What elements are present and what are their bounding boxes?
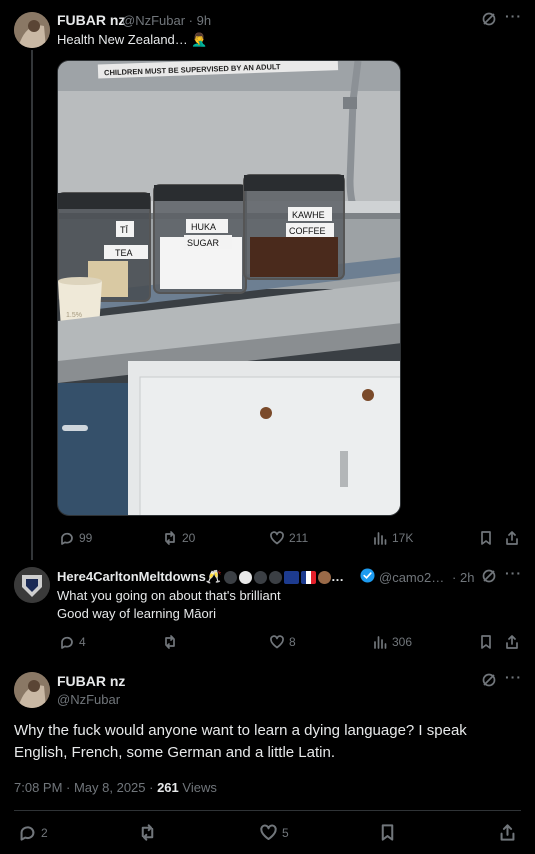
repost-icon	[141, 824, 154, 841]
heart-icon	[260, 824, 277, 841]
handle[interactable]: @NzFubar	[57, 692, 120, 707]
label-tea-2: TEA	[115, 248, 133, 258]
share-button[interactable]	[504, 530, 520, 546]
post-timestamp[interactable]: 7:08 PM · May 8, 2025 ·	[14, 780, 157, 795]
reply-count: 4	[79, 635, 86, 649]
views-icon	[374, 532, 387, 545]
handle[interactable]: @camo2…	[379, 570, 444, 585]
label-coffee-2: COFFEE	[289, 226, 326, 236]
like-button[interactable]: 211	[269, 530, 308, 546]
heart-icon	[270, 531, 284, 545]
display-name-text[interactable]: Here4CarltonMeltdowns🥂	[57, 569, 222, 584]
divider	[14, 810, 521, 811]
timestamp[interactable]: 9h	[197, 13, 211, 28]
views-button[interactable]: 17K	[372, 530, 413, 546]
views-count: 261	[157, 780, 179, 795]
share-icon	[506, 531, 518, 545]
kitchen-photo: CHILDREN MUST BE SUPERVISED BY AN ADULT …	[58, 61, 400, 515]
reply-count: 99	[79, 531, 93, 545]
emoji-dark-circle	[269, 571, 282, 585]
more-icon[interactable]: ···	[505, 669, 522, 685]
emoji-france-flag	[301, 571, 316, 585]
emoji-white-circle	[239, 571, 252, 585]
post-meta: 7:08 PM · May 8, 2025 · 261 Views	[14, 780, 217, 795]
thread-line	[31, 50, 33, 560]
grok-icon[interactable]	[481, 568, 497, 589]
more-icon[interactable]: ···	[505, 565, 522, 581]
time-wrap[interactable]: · 2h	[452, 570, 474, 585]
grok-icon[interactable]	[481, 11, 497, 32]
grok-icon[interactable]	[481, 672, 497, 693]
label-sugar-2: SUGAR	[187, 238, 220, 248]
avatar[interactable]	[14, 672, 50, 708]
views-button[interactable]: 306	[372, 634, 412, 650]
bookmark-button[interactable]	[378, 823, 397, 842]
reply-icon	[61, 532, 73, 545]
avatar[interactable]	[14, 12, 50, 48]
reply-icon	[61, 636, 73, 649]
repost-count: 20	[182, 531, 196, 545]
display-name[interactable]: FUBAR nz	[57, 673, 125, 689]
handle[interactable]: @NzFubar · 9h	[122, 13, 211, 28]
bookmark-icon	[481, 635, 491, 649]
emoji-dark-circle	[254, 571, 267, 585]
name-ellipsis: …	[331, 569, 344, 584]
views-count: 17K	[392, 531, 414, 545]
handle-text[interactable]: @camo2…	[379, 570, 444, 585]
reply-count: 2	[41, 825, 48, 840]
like-button[interactable]: 5	[259, 823, 289, 842]
avatar[interactable]	[14, 567, 50, 603]
cup-text: 1.5%	[66, 312, 82, 319]
reply-text-line-1: What you going on about that's brilliant	[57, 588, 281, 603]
bookmark-icon	[381, 824, 394, 841]
handle-text[interactable]: @NzFubar	[122, 13, 185, 28]
share-button[interactable]	[504, 634, 520, 650]
views-count: 306	[392, 635, 413, 649]
repost-button[interactable]	[162, 634, 182, 650]
display-name[interactable]: Here4CarltonMeltdowns🥂 …	[57, 569, 344, 585]
share-button[interactable]	[498, 823, 517, 842]
bookmark-button[interactable]	[478, 530, 494, 546]
display-name[interactable]: FUBAR nz	[57, 12, 125, 28]
views-label: Views	[178, 780, 217, 795]
emoji-australia-flag	[284, 571, 299, 585]
like-count: 5	[282, 825, 289, 840]
verified-badge	[360, 568, 375, 588]
bookmark-button[interactable]	[478, 634, 494, 650]
reply-button[interactable]: 99	[59, 530, 92, 546]
emoji-fist	[318, 571, 331, 585]
like-count: 211	[289, 531, 309, 545]
reply-icon	[20, 826, 35, 841]
repost-button[interactable]	[138, 823, 161, 842]
reply-text-line-2: Good way of learning Māori	[57, 606, 216, 621]
repost-icon	[165, 531, 175, 545]
separator: ·	[188, 13, 194, 28]
verified-icon	[360, 568, 375, 583]
repost-icon	[165, 635, 175, 649]
separator: ·	[452, 570, 457, 585]
share-icon	[500, 824, 515, 841]
main-post-text: Why the fuck would anyone want to learn …	[14, 722, 467, 761]
reply-button[interactable]: 4	[59, 634, 86, 650]
reply-button[interactable]: 2	[18, 823, 48, 842]
emoji-dark-circle	[224, 571, 237, 585]
like-count: 8	[289, 635, 296, 649]
post-text: Health New Zealand… 🤦‍♂️	[57, 32, 208, 47]
repost-button[interactable]: 20	[162, 530, 195, 546]
share-icon	[506, 635, 518, 649]
heart-icon	[270, 635, 284, 649]
more-icon[interactable]: ···	[505, 8, 522, 24]
label-tea-1: TĪ	[120, 225, 128, 235]
label-coffee-1: KAWHE	[292, 210, 325, 220]
label-sugar-1: HUKA	[191, 222, 216, 232]
views-icon	[374, 636, 387, 649]
post-image[interactable]: CHILDREN MUST BE SUPERVISED BY AN ADULT …	[57, 60, 401, 516]
like-button[interactable]: 8	[269, 634, 296, 650]
bookmark-icon	[481, 531, 491, 545]
timestamp[interactable]: 2h	[460, 570, 474, 585]
